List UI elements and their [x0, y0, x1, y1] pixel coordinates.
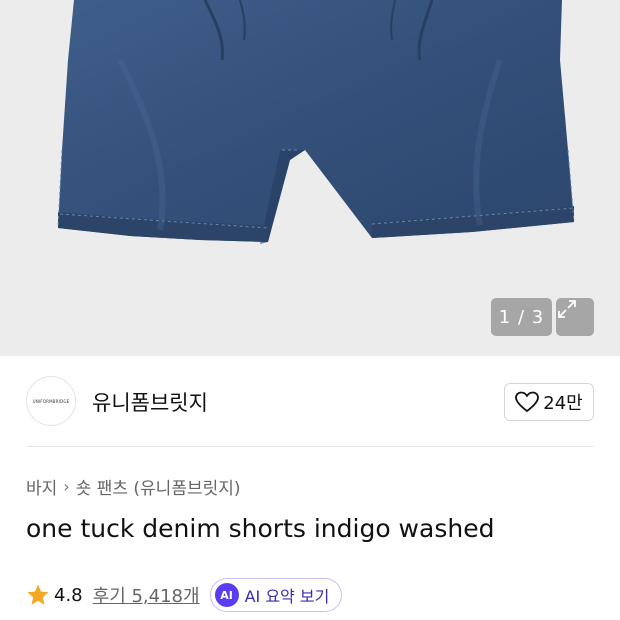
brand-logo-text: UNIFORMBRIDGE: [32, 398, 70, 404]
expand-icon: [558, 300, 576, 318]
breadcrumb: 바지 › 숏 팬츠 (유니폼브릿지): [26, 474, 241, 499]
like-button[interactable]: 24만: [504, 383, 594, 421]
star-icon: [27, 584, 49, 605]
brand-logo[interactable]: UNIFORMBRIDGE: [26, 376, 76, 426]
expand-image-button[interactable]: [556, 298, 594, 336]
divider: [26, 446, 594, 447]
product-title: one tuck denim shorts indigo washed: [26, 514, 495, 543]
like-count: 24만: [543, 393, 583, 414]
product-image-gallery[interactable]: 1 / 3: [0, 0, 620, 356]
ai-summary-button[interactable]: AI AI 요약 보기: [209, 578, 343, 612]
chevron-right-icon: ›: [63, 477, 70, 496]
ai-badge-icon: AI: [214, 583, 239, 607]
review-count-link[interactable]: 후기 5,418개: [93, 582, 200, 608]
breadcrumb-item-shorts[interactable]: 숏 팬츠 (유니폼브릿지): [76, 474, 241, 499]
heart-icon: [515, 391, 540, 413]
image-pager: 1 / 3: [491, 298, 552, 336]
rating-row: 4.8 후기 5,418개 AI AI 요약 보기: [26, 578, 343, 612]
breadcrumb-item-pants[interactable]: 바지: [26, 474, 57, 499]
ai-summary-label: AI 요약 보기: [244, 587, 330, 606]
rating-score: 4.8: [54, 584, 83, 606]
brand-name[interactable]: 유니폼브릿지: [92, 387, 208, 417]
brand-row: UNIFORMBRIDGE 유니폼브릿지 24만: [0, 356, 620, 446]
